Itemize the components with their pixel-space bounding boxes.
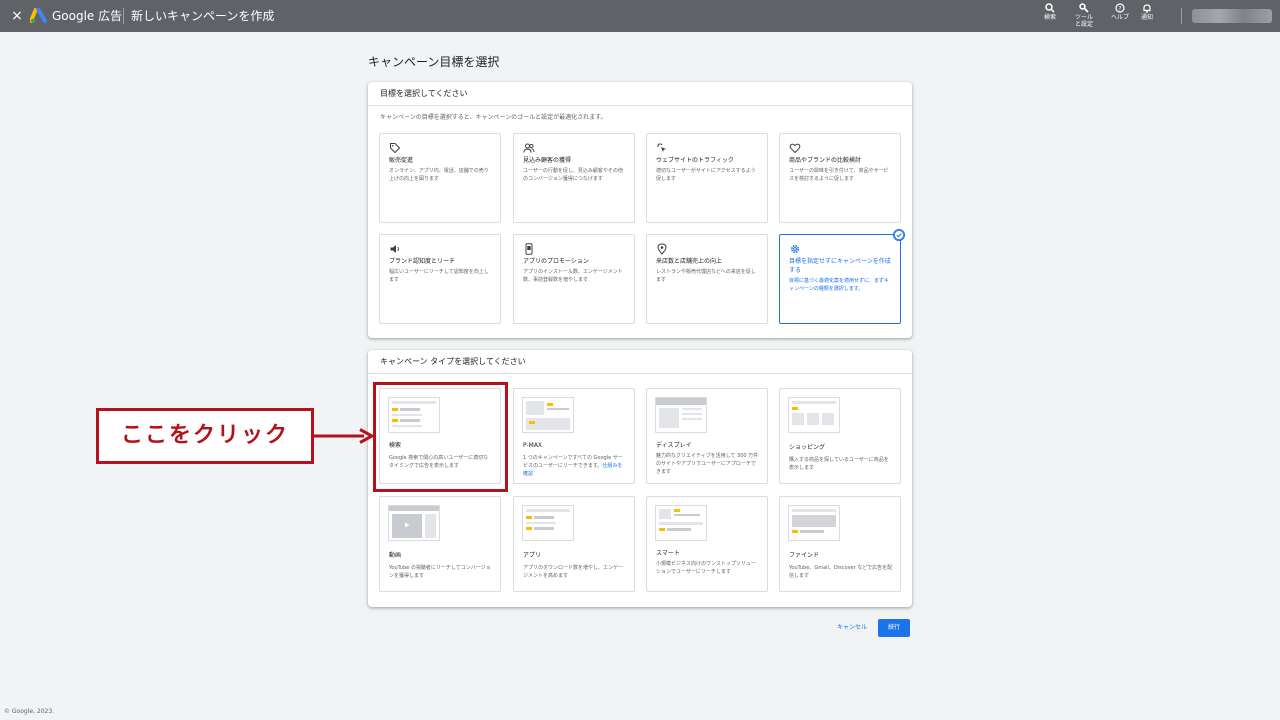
click-here-callout: ここをクリック [96, 408, 314, 464]
type-card-discovery[interactable]: ファインド YouTube、Gmail、Discover などで広告を配信します [779, 496, 901, 592]
display-thumbnail [655, 397, 707, 433]
location-pin-icon [657, 243, 667, 255]
goal-card-sales[interactable]: 販売促進 オンライン、アプリ内、電話、店舗での売り上げの向上を図ります [379, 133, 501, 223]
goal-card-leads[interactable]: 見込み顧客の獲得 ユーザーの行動を促し、見込み顧客やその他のコンバージョン獲得に… [513, 133, 635, 223]
goal-title: 来店数と店舗売上の向上 [656, 258, 723, 265]
tools-settings-label: ツールと設定 [1074, 14, 1093, 28]
goal-description: アプリのインストール数、エンゲージメント数、事前登録数を増やします [523, 269, 623, 283]
tools-settings-button[interactable]: ツールと設定 [1064, 3, 1104, 28]
goal-card-store-visits[interactable]: 来店数と店舗売上の向上 レストランや販売代理店などへの来店を促します [646, 234, 768, 324]
type-card-smart[interactable]: スマート 小規模ビジネス向けのワンストップソリューションでユーザーにリーチします [646, 496, 768, 592]
divider [123, 8, 124, 24]
selected-check-icon [893, 229, 905, 241]
type-description: 購入する商品を探しているユーザーに商品を表示します [789, 457, 889, 471]
discovery-thumbnail [788, 505, 840, 541]
type-card-video[interactable]: 動画 YouTube の視聴者にリーチしてコンバージョンを獲得します [379, 496, 501, 592]
type-name: ファインド [789, 552, 820, 559]
type-name: 動画 [389, 552, 402, 559]
type-description: アプリのダウンロード数を増やし、エンゲージメントを高めます [523, 565, 624, 579]
shopping-thumbnail [788, 397, 840, 433]
app-thumbnail [522, 505, 574, 541]
type-description: 1 つのキャンペーンですべての Google サービスのユーザーにリーチできます… [523, 454, 627, 478]
type-description: YouTube の視聴者にリーチしてコンバージョンを獲得します [389, 565, 491, 579]
page-title: キャンペーン目標を選択 [368, 55, 500, 69]
page-header-title: 新しいキャンペーンを作成 [131, 9, 275, 23]
goal-description: 幅広いユーザーにリーチして認知度を向上します [389, 269, 489, 283]
type-card-pmax[interactable]: P-MAX 1 つのキャンペーンですべての Google サービスのユーザーにリ… [513, 388, 635, 484]
type-description: 魅力的なクリエイティブを活用して 300 万件のサイトやアプリでユーザーにアプロ… [656, 453, 759, 475]
close-icon[interactable]: × [8, 6, 26, 26]
goal-description: ユーザーの行動を促し、見込み顧客やその他のコンバージョン獲得につなげます [523, 168, 623, 182]
type-card-display[interactable]: ディスプレイ 魅力的なクリエイティブを活用して 300 万件のサイトやアプリでユ… [646, 388, 768, 484]
video-thumbnail [388, 505, 440, 541]
google-ads-logo-icon [30, 8, 47, 24]
type-name: P-MAX [523, 442, 543, 449]
brand-name: Google 広告 [52, 9, 123, 23]
svg-text:?: ? [1118, 5, 1121, 12]
pmax-thumbnail [522, 397, 574, 433]
help-icon: ? [1115, 3, 1125, 13]
play-icon [405, 522, 410, 528]
phone-icon [525, 243, 533, 255]
top-bar: × Google 広告 新しいキャンペーンを作成 検索 ツールと設定 ? ヘルプ… [0, 0, 1280, 32]
goal-card-app-promotion[interactable]: アプリのプロモーション アプリのインストール数、エンゲージメント数、事前登録数を… [513, 234, 635, 324]
goal-title: 目標を指定せずにキャンペーンを作成する [789, 258, 891, 274]
type-panel-heading: キャンペーン タイプを選択してください [368, 350, 912, 374]
people-icon [523, 143, 535, 153]
smart-thumbnail [655, 505, 707, 541]
cursor-click-icon [657, 143, 666, 152]
type-name: アプリ [523, 552, 542, 559]
wrench-icon [1079, 3, 1089, 13]
type-description: YouTube、Gmail、Discover などで広告を配信します [789, 565, 893, 579]
gear-icon [790, 244, 800, 254]
goal-card-no-goal[interactable]: 目標を指定せずにキャンペーンを作成する 目標に基づく最適化案を適用せずに、まずキ… [779, 234, 901, 324]
cancel-button[interactable]: キャンセル [830, 619, 874, 637]
goal-title: ブランド認知度とリーチ [389, 258, 456, 265]
account-info[interactable] [1192, 9, 1272, 23]
type-name: ディスプレイ [656, 442, 692, 449]
goal-title: ウェブサイトのトラフィック [656, 157, 734, 164]
goal-description: ユーザーの興味を引き付けて、商品やサービスを検討するように促します [789, 168, 889, 182]
goal-card-awareness[interactable]: ブランド認知度とリーチ 幅広いユーザーにリーチして認知度を向上します [379, 234, 501, 324]
goal-card-traffic[interactable]: ウェブサイトのトラフィック 適切なユーザーがサイトにアクセスするよう促します [646, 133, 768, 223]
type-name: スマート [656, 550, 680, 557]
search-icon [1045, 3, 1055, 13]
heart-icon [789, 143, 801, 154]
copyright-text: © Google, 2023. [4, 708, 55, 715]
goal-title: アプリのプロモーション [523, 258, 589, 265]
continue-button[interactable]: 続行 [878, 619, 910, 637]
goal-panel: 目標を選択してください キャンペーンの目標を選択すると、キャンペーンのゴールと設… [368, 82, 912, 338]
notifications-button[interactable]: 通知 [1127, 3, 1167, 21]
type-card-app[interactable]: アプリ アプリのダウンロード数を増やし、エンゲージメントを高めます [513, 496, 635, 592]
divider [1181, 8, 1182, 24]
notifications-label: 通知 [1140, 14, 1153, 21]
bell-icon [1143, 4, 1151, 13]
highlight-box [373, 382, 508, 492]
goal-description: 目標に基づく最適化案を適用せずに、まずキャンペーンの種類を選択します。 [789, 278, 889, 292]
goal-title: 見込み顧客の獲得 [523, 157, 572, 164]
type-card-shopping[interactable]: ショッピング 購入する商品を探しているユーザーに商品を表示します [779, 388, 901, 484]
type-name: ショッピング [789, 444, 826, 451]
goal-title: 販売促進 [389, 157, 414, 164]
goal-panel-description: キャンペーンの目標を選択すると、キャンペーンのゴールと設定が最適化されます。 [380, 114, 607, 121]
goal-title: 商品やブランドの比較検討 [789, 157, 862, 164]
type-description: 小規模ビジネス向けのワンストップソリューションでユーザーにリーチします [656, 561, 756, 575]
goal-card-consideration[interactable]: 商品やブランドの比較検討 ユーザーの興味を引き付けて、商品やサービスを検討するよ… [779, 133, 901, 223]
goal-description: 適切なユーザーがサイトにアクセスするよう促します [656, 168, 756, 182]
goal-description: レストランや販売代理店などへの来店を促します [656, 269, 756, 283]
speaker-icon [390, 245, 399, 253]
arrow-icon [312, 428, 374, 444]
goal-panel-heading: 目標を選択してください [368, 82, 912, 106]
tag-icon [390, 143, 401, 154]
goal-description: オンライン、アプリ内、電話、店舗での売り上げの向上を図ります [389, 168, 489, 182]
